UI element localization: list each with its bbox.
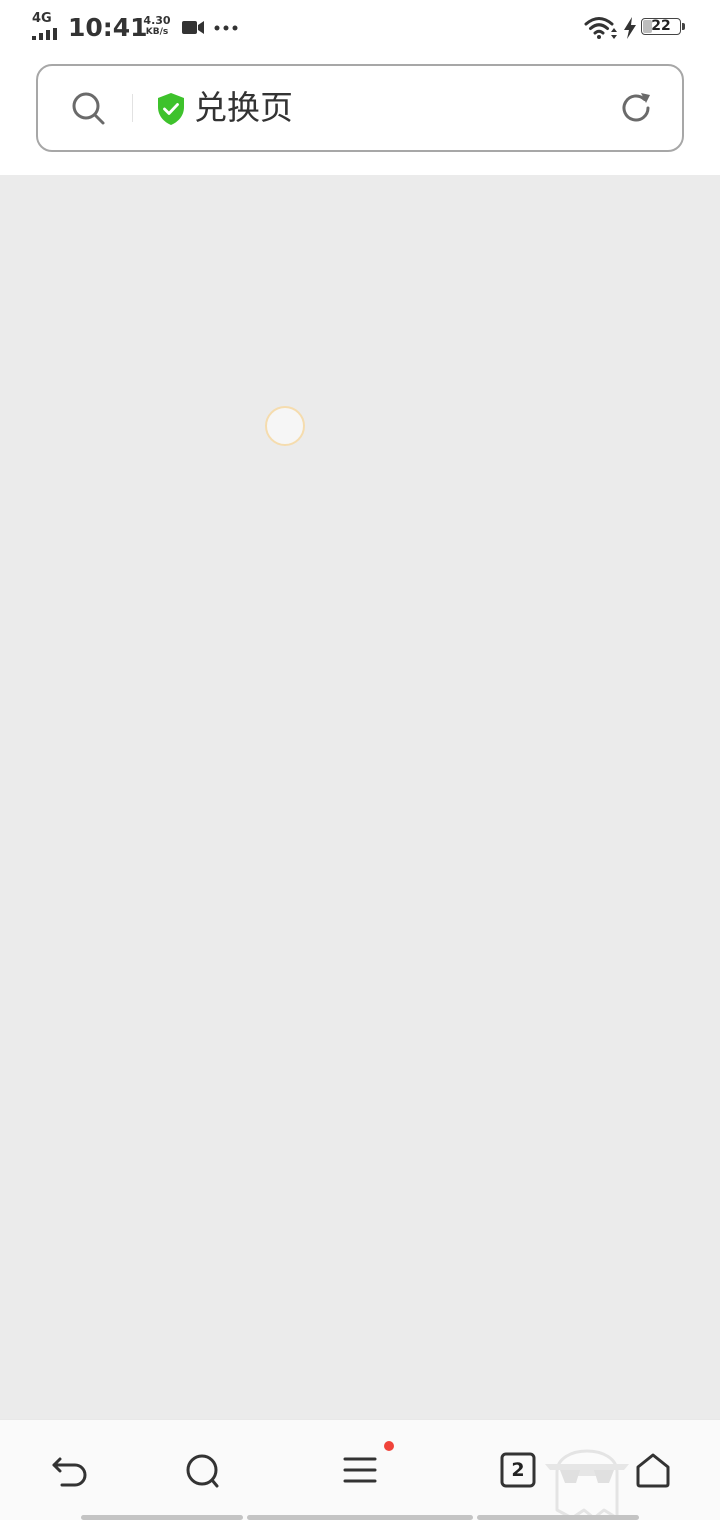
wifi-icon xyxy=(584,17,617,39)
speed-value: 4.30 xyxy=(143,14,171,27)
address-divider xyxy=(132,94,133,122)
status-bar: 4G 10:41 4.30 KB/s 22 xyxy=(0,0,720,56)
loading-indicator xyxy=(265,406,305,446)
search-icon[interactable] xyxy=(179,1446,227,1494)
network-type: 4G xyxy=(32,11,52,26)
signal-icon xyxy=(32,28,57,40)
gesture-bar-segment xyxy=(247,1515,473,1520)
clock: 10:41 xyxy=(68,13,148,42)
screen: 4G 10:41 4.30 KB/s 22 兑换页 2 xyxy=(0,0,720,1520)
charging-icon xyxy=(624,17,636,39)
speed-unit: KB/s xyxy=(145,27,169,37)
battery-level: 22 xyxy=(651,18,671,34)
tabs-button[interactable]: 2 xyxy=(494,1446,542,1494)
home-icon[interactable] xyxy=(629,1446,677,1494)
tab-count: 2 xyxy=(511,1459,525,1481)
gesture-bar-segment xyxy=(477,1515,639,1520)
page-content xyxy=(0,175,720,1419)
page-title[interactable]: 兑换页 xyxy=(194,85,293,131)
menu-icon[interactable] xyxy=(336,1446,384,1494)
more-dots-icon xyxy=(214,25,238,31)
battery-icon: 22 xyxy=(641,18,687,38)
search-icon[interactable] xyxy=(70,90,106,126)
back-icon[interactable] xyxy=(44,1446,92,1494)
video-icon xyxy=(182,21,204,34)
ghost-mascot-icon[interactable] xyxy=(544,1432,630,1520)
secure-shield-icon xyxy=(158,93,184,125)
network-speed: 4.30 KB/s xyxy=(142,15,172,38)
gesture-bar-segment xyxy=(81,1515,243,1520)
address-bar[interactable]: 兑换页 xyxy=(36,64,684,152)
network-indicator: 4G xyxy=(30,12,62,40)
bottom-nav: 2 xyxy=(0,1419,720,1520)
reload-icon[interactable] xyxy=(618,90,654,126)
menu-notification-dot xyxy=(384,1441,394,1451)
